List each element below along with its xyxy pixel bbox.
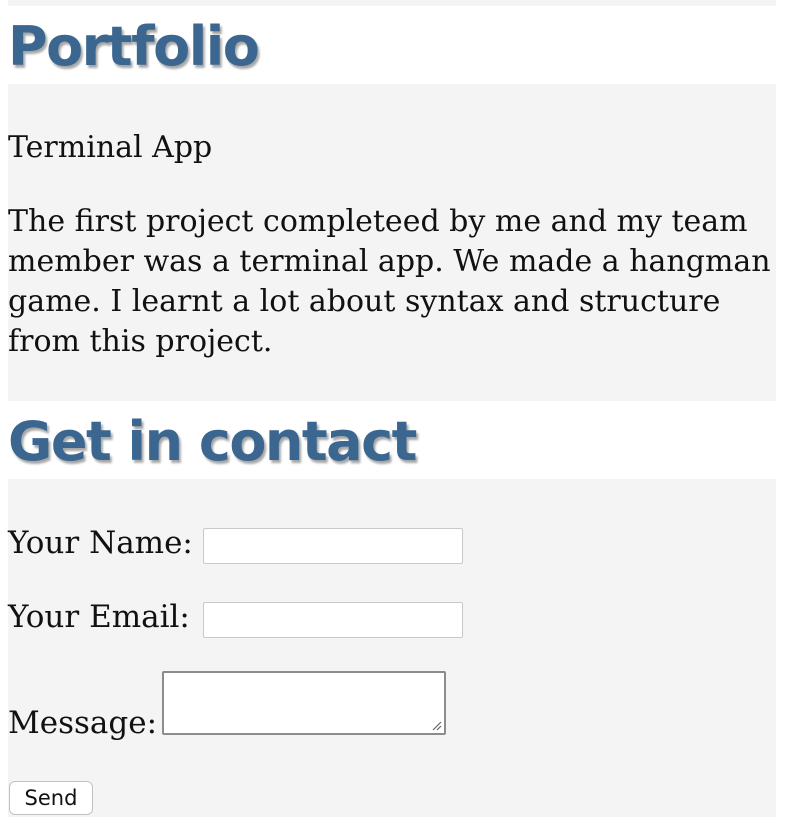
- email-input[interactable]: [203, 602, 463, 638]
- name-label: Your Name:: [8, 525, 193, 561]
- email-row: Your Email:: [8, 599, 190, 635]
- contact-header: Get in contact: [8, 401, 776, 479]
- send-button[interactable]: Send: [9, 781, 93, 815]
- contact-form: Your Name: Your Email: Message: Send: [8, 479, 776, 817]
- portfolio-section: Terminal App The first project completee…: [8, 84, 776, 401]
- name-row: Your Name:: [8, 525, 193, 561]
- message-label: Message:: [8, 705, 158, 741]
- message-row: Message:: [8, 705, 157, 741]
- portfolio-header: Portfolio: [8, 6, 776, 84]
- project-description: The first project completeed by me and m…: [8, 204, 771, 359]
- message-textarea[interactable]: [162, 671, 446, 735]
- email-label: Your Email:: [8, 599, 190, 635]
- project-title: Terminal App: [8, 130, 213, 165]
- contact-heading: Get in contact: [8, 410, 417, 473]
- page: Portfolio Terminal App The first project…: [8, 0, 776, 817]
- portfolio-heading: Portfolio: [8, 15, 260, 78]
- resize-grip-icon[interactable]: [430, 719, 442, 731]
- name-input[interactable]: [203, 528, 463, 564]
